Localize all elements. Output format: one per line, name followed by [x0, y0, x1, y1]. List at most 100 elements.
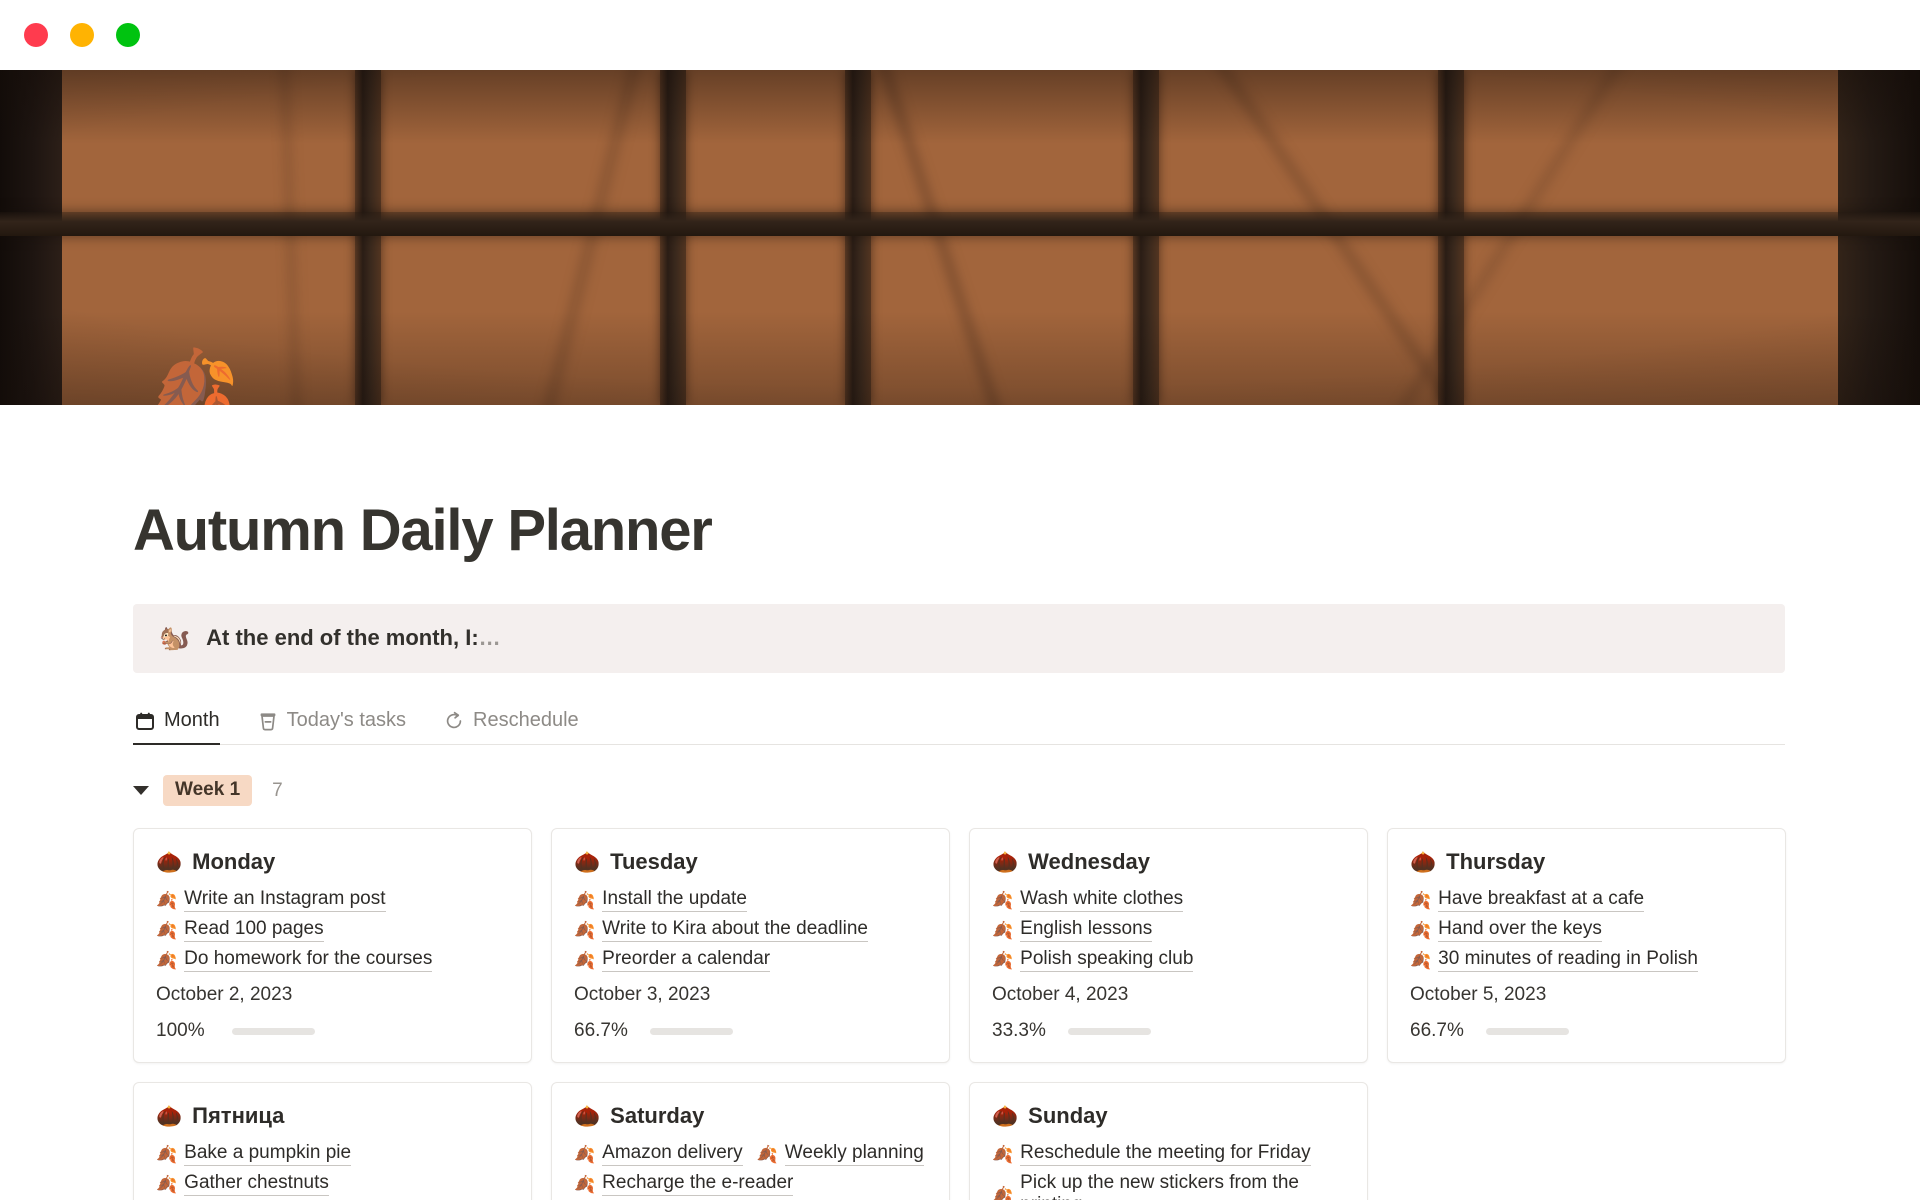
task-label[interactable]: Wash white clothes [1020, 888, 1184, 912]
page-cover-banner: 🍂 [0, 70, 1920, 405]
progress-row: 33.3% [992, 1020, 1345, 1042]
leaf-icon: 🍂 [574, 920, 596, 940]
card-header: 🌰 Tuesday [574, 849, 927, 875]
task-item[interactable]: 🍂 Write an Instagram post [156, 888, 386, 912]
leaf-icon: 🍂 [992, 890, 1014, 910]
task-label[interactable]: English lessons [1020, 918, 1153, 942]
leaf-icon: 🍂 [1410, 890, 1432, 910]
task-label[interactable]: 30 minutes of reading in Polish [1438, 948, 1698, 972]
task-label[interactable]: Hand over the keys [1438, 918, 1602, 942]
card-header: 🌰 Thursday [1410, 849, 1763, 875]
task-label[interactable]: Gather chestnuts [184, 1172, 329, 1196]
maximize-window-button[interactable] [116, 23, 140, 47]
task-item[interactable]: 🍂 Recharge the e-reader [574, 1172, 927, 1196]
day-card[interactable]: 🌰 Saturday 🍂 Amazon delivery 🍂 Weekly plan… [551, 1082, 950, 1200]
task-label[interactable]: Read 100 pages [184, 918, 324, 942]
card-header: 🌰 Monday [156, 849, 509, 875]
day-card[interactable]: 🌰 Sunday 🍂 Reschedule the meeting for Fri… [969, 1082, 1368, 1200]
task-list: 🍂 Reschedule the meeting for Friday 🍂 Pick… [992, 1142, 1345, 1200]
chestnut-icon: 🌰 [992, 1104, 1019, 1128]
day-card[interactable]: 🌰 Tuesday 🍂 Install the update 🍂 Write to … [551, 828, 950, 1063]
leaf-icon: 🍂 [756, 1144, 778, 1164]
tab-todays-tasks[interactable]: Today's tasks [256, 703, 420, 744]
minimize-window-button[interactable] [70, 23, 94, 47]
task-label[interactable]: Install the update [602, 888, 747, 912]
leaf-icon: 🍂 [574, 950, 596, 970]
task-item[interactable]: 🍂 Do homework for the courses [156, 948, 433, 972]
task-item[interactable]: 🍂 Wash white clothes [992, 888, 1184, 912]
callout-text: At the end of the month, I:… [206, 625, 501, 651]
card-day-title: Sunday [1028, 1103, 1108, 1128]
leaf-icon: 🍂 [156, 950, 178, 970]
page-body: Autumn Daily Planner 🐿️ At the end of th… [0, 497, 1920, 1200]
task-item[interactable]: 🍂 Hand over the keys [1410, 918, 1763, 942]
callout-ellipsis[interactable]: … [479, 625, 501, 650]
leaf-icon: 🍂 [992, 920, 1014, 940]
task-list: 🍂 Write an Instagram post 🍂 Read 100 pages… [156, 888, 509, 972]
progress-percent: 33.3% [992, 1020, 1046, 1041]
card-day-title: Wednesday [1028, 849, 1151, 874]
card-date: October 4, 2023 [992, 984, 1129, 1005]
task-label[interactable]: Weekly planning [784, 1142, 924, 1166]
task-label[interactable]: Amazon delivery [602, 1142, 743, 1166]
chestnut-icon: 🌰 [156, 1104, 183, 1128]
leaf-icon: 🍂 [1410, 920, 1432, 940]
task-label[interactable]: Recharge the e-reader [602, 1172, 794, 1196]
tab-month[interactable]: Month [133, 703, 234, 745]
task-item[interactable]: 🍂 English lessons [992, 918, 1153, 942]
task-item[interactable]: 🍂 Gather chestnuts [156, 1172, 329, 1196]
task-label[interactable]: Write to Kira about the deadline [602, 918, 868, 942]
tab-reschedule-label: Reschedule [473, 709, 579, 731]
task-item[interactable]: 🍂 30 minutes of reading in Polish [1410, 948, 1763, 972]
day-card[interactable]: 🌰 Monday 🍂 Write an Instagram post 🍂 Read … [133, 828, 532, 1063]
close-window-button[interactable] [24, 23, 48, 47]
chevron-down-icon[interactable] [133, 786, 149, 795]
card-day-title: Tuesday [610, 849, 698, 874]
task-label[interactable]: Write an Instagram post [184, 888, 386, 912]
task-label[interactable]: Preorder a calendar [602, 948, 771, 972]
task-list: 🍂 Install the update 🍂 Write to Kira about… [574, 888, 927, 972]
task-list: 🍂Bake a pumpkin pie 🍂Gather chestnuts 🍂F… [156, 1142, 509, 1200]
leaf-icon: 🍂 [1410, 950, 1432, 970]
progress-percent: 100% [156, 1020, 205, 1041]
card-header: 🌰 Пятница [156, 1103, 509, 1129]
task-label[interactable]: Do homework for the courses [184, 948, 433, 972]
week-badge[interactable]: Week 1 [163, 775, 253, 806]
task-item[interactable]: 🍂 Have breakfast at a cafe [1410, 888, 1763, 912]
task-list: 🍂 Wash white clothes 🍂 English lessons 🍂 Po… [992, 888, 1345, 972]
task-item[interactable]: 🍂 Preorder a calendar [574, 948, 927, 972]
task-item[interactable]: 🍂 Bake a pumpkin pie [156, 1142, 352, 1166]
tab-reschedule[interactable]: Reschedule [442, 703, 593, 744]
progress-row: 66.7% [574, 1020, 927, 1042]
task-item[interactable]: 🍂 Write to Kira about the deadline [574, 918, 927, 942]
chestnut-icon: 🌰 [156, 850, 183, 874]
task-label[interactable]: Polish speaking club [1020, 948, 1194, 972]
task-label[interactable]: Bake a pumpkin pie [184, 1142, 352, 1166]
task-item[interactable]: 🍂 Polish speaking club [992, 948, 1345, 972]
card-date: October 2, 2023 [156, 984, 293, 1005]
chestnut-icon: 🌰 [574, 850, 601, 874]
task-item[interactable]: 🍂 Reschedule the meeting for Friday [992, 1142, 1345, 1166]
callout-label: At the end of the month, I: [206, 625, 479, 650]
progress-row: 100% [156, 1020, 509, 1042]
task-label[interactable]: Reschedule the meeting for Friday [1020, 1142, 1311, 1166]
day-card[interactable]: 🌰 Wednesday 🍂 Wash white clothes 🍂 English… [969, 828, 1368, 1063]
task-item[interactable]: 🍂 Pick up the new stickers from the print… [992, 1172, 1345, 1200]
leaves-icon[interactable]: 🍂 [145, 352, 240, 406]
task-item[interactable]: 🍂 Install the update [574, 888, 927, 912]
autumn-window-photo [0, 70, 1920, 405]
card-day-title: Thursday [1446, 849, 1546, 874]
task-item[interactable]: 🍂 Read 100 pages [156, 918, 324, 942]
task-item[interactable]: 🍂 Weekly planning [757, 1142, 924, 1166]
progress-bar [1486, 1027, 1569, 1035]
day-card-grid: 🌰 Monday 🍂 Write an Instagram post 🍂 Read … [133, 828, 1793, 1200]
tab-todays-tasks-label: Today's tasks [286, 709, 407, 731]
task-label[interactable]: Pick up the new stickers from the printi… [1020, 1172, 1345, 1200]
calendar-icon [135, 711, 155, 731]
callout-block[interactable]: 🐿️ At the end of the month, I:… [133, 604, 1785, 673]
day-card[interactable]: 🌰 Пятница 🍂 Bake a pumpkin pie 🍂 Gather ch… [133, 1082, 532, 1200]
day-card[interactable]: 🌰 Thursday 🍂 Have breakfast at a cafe 🍂 Ha… [1387, 828, 1786, 1063]
task-item[interactable]: 🍂 Amazon delivery [574, 1142, 743, 1166]
task-list: 🍂 Have breakfast at a cafe 🍂 Hand over the… [1410, 888, 1763, 972]
task-label[interactable]: Have breakfast at a cafe [1438, 888, 1645, 912]
